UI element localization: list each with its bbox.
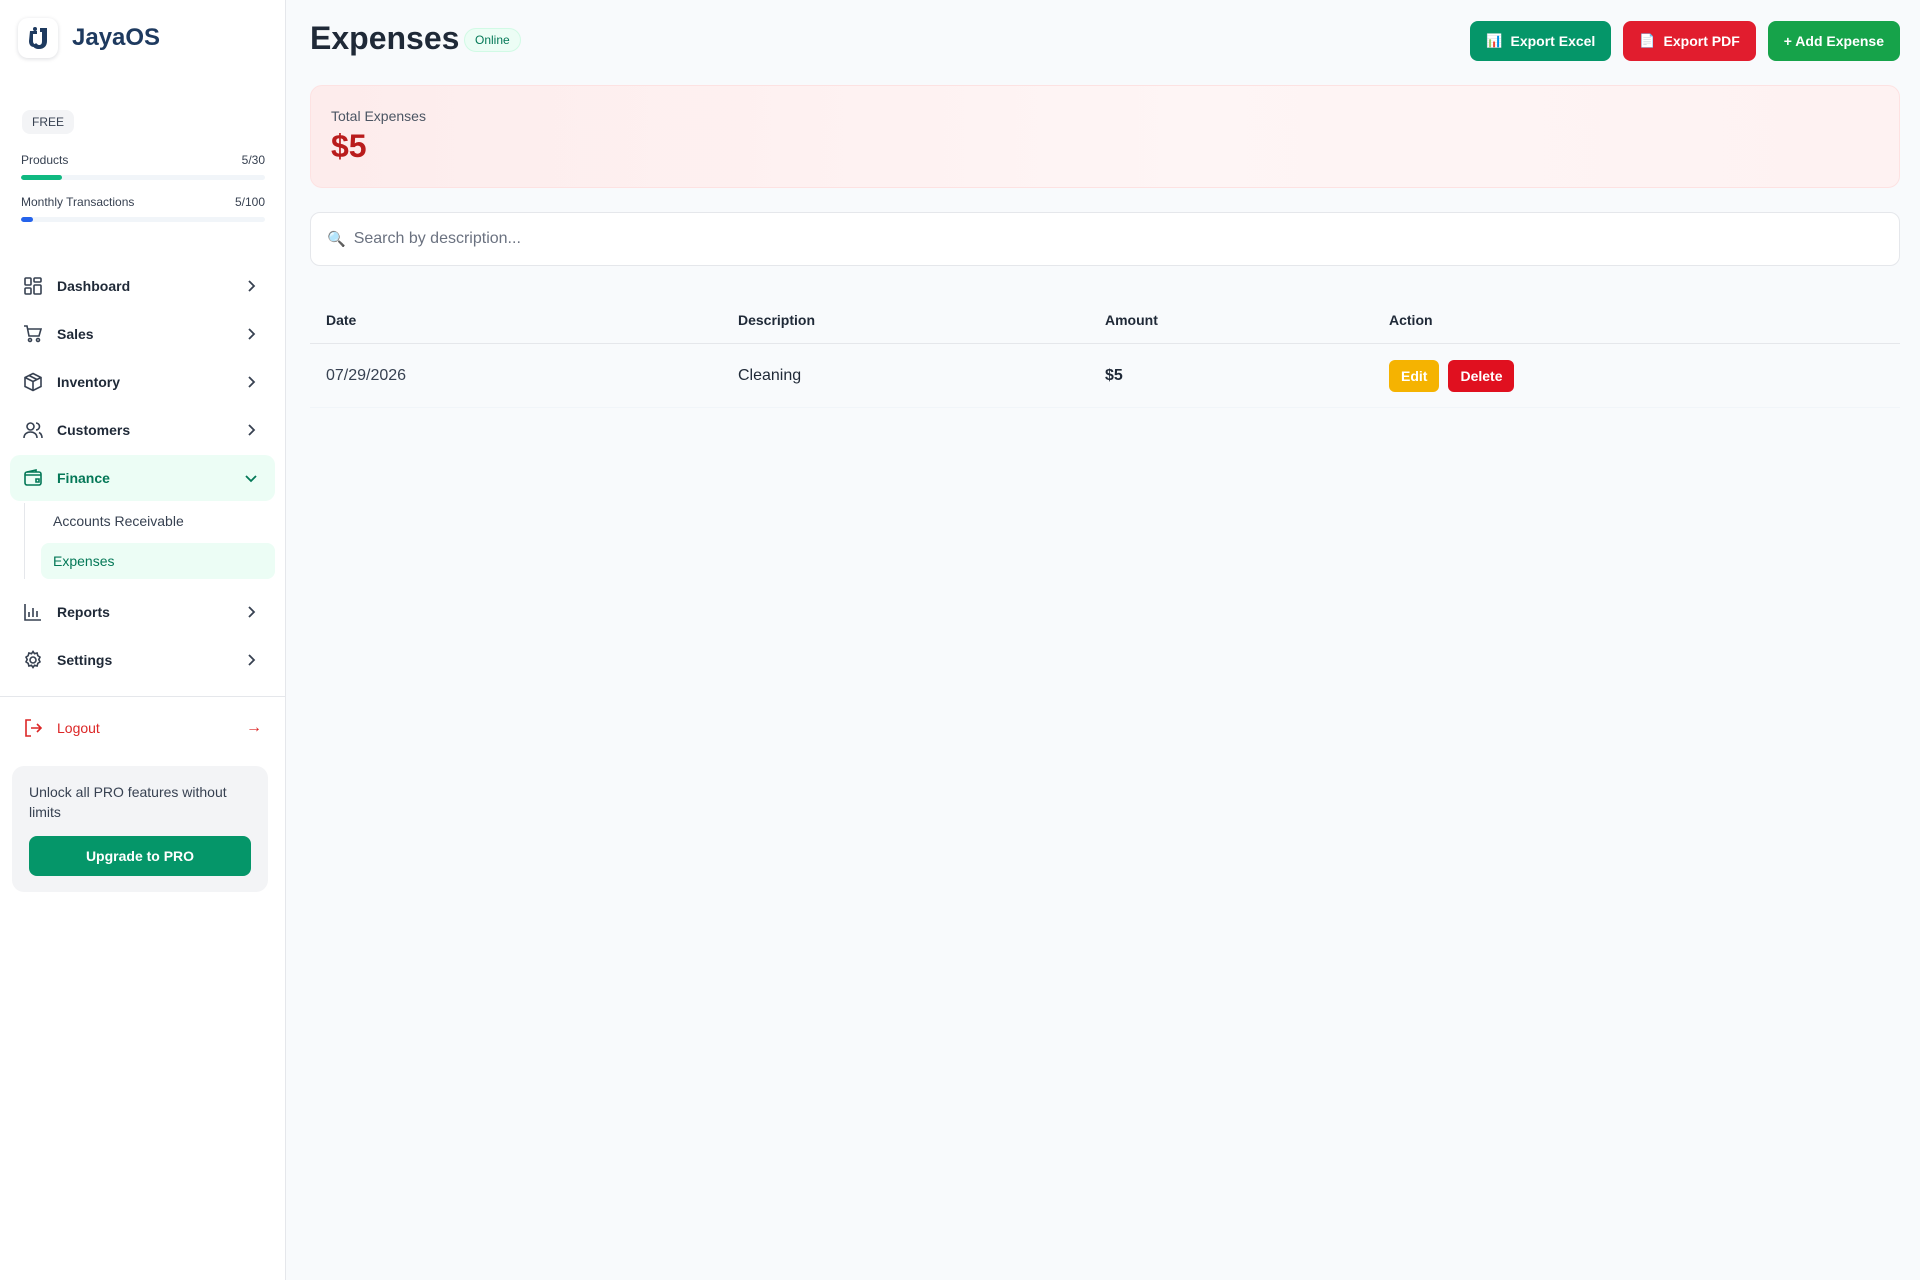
upgrade-to-pro-button[interactable]: Upgrade to PRO (29, 836, 251, 876)
column-header-amount: Amount (1105, 311, 1158, 328)
usage-progress-fill (21, 175, 62, 180)
usage-value: 5/30 (241, 153, 265, 167)
sidebar-item-finance[interactable]: Finance (10, 455, 275, 501)
logout-button[interactable]: Logout → (10, 706, 274, 750)
promo-text: Unlock all PRO features without limits (29, 784, 227, 820)
chevron-down-icon (243, 470, 259, 486)
export-pdf-label: Export PDF (1663, 33, 1740, 49)
package-box-icon (23, 372, 43, 392)
usage-label: Products (21, 153, 69, 167)
search-bar: 🔍 (310, 212, 1900, 266)
export-excel-button[interactable]: 📊 Export Excel (1470, 21, 1612, 61)
column-header-description: Description (738, 311, 816, 328)
spreadsheet-icon: 📊 (1486, 33, 1503, 48)
shopping-cart-icon (23, 324, 43, 344)
sidebar-item-inventory[interactable]: Inventory (10, 359, 275, 405)
search-input[interactable] (353, 230, 1854, 248)
sidebar-item-sales[interactable]: Sales (10, 311, 275, 357)
logout-icon (23, 718, 43, 738)
chevron-right-icon (243, 652, 259, 668)
export-pdf-button[interactable]: 📄 Export PDF (1623, 21, 1756, 61)
sidebar-item-label: Customers (57, 422, 131, 438)
sidebar-subitem-accounts-receivable[interactable]: Accounts Receivable (41, 503, 275, 539)
search-icon: 🔍 (327, 231, 346, 248)
column-header-action: Action (1389, 311, 1433, 328)
total-expenses-card: Total Expenses $5 (310, 85, 1900, 188)
jayaos-logo-icon (18, 18, 58, 58)
chevron-right-icon (243, 278, 259, 294)
row-actions: Edit Delete (1389, 344, 1515, 407)
header-actions: 📊 Export Excel 📄 Export PDF + Add Expens… (1470, 21, 1900, 61)
column-header-date: Date (326, 311, 357, 328)
sidebar-item-reports[interactable]: Reports (10, 589, 275, 635)
chevron-right-icon (243, 374, 259, 390)
plan-badge: FREE (22, 110, 75, 134)
export-excel-label: Export Excel (1510, 33, 1596, 49)
chevron-right-icon (243, 422, 259, 438)
sidebar-item-label: Dashboard (57, 278, 131, 294)
total-expenses-label: Total Expenses (331, 108, 426, 124)
expense-date: 07/29/2026 (326, 366, 407, 384)
document-icon: 📄 (1639, 33, 1656, 48)
usage-progress-bar (21, 175, 265, 180)
wallet-icon (23, 468, 43, 488)
expense-amount: $5 (1105, 366, 1123, 384)
table-row: 07/29/2026 Cleaning $5 Edit Delete (310, 344, 1900, 408)
usage-transactions: Monthly Transactions 5/100 (21, 195, 265, 222)
usage-value: 5/100 (234, 195, 265, 209)
expense-description: Cleaning (738, 366, 802, 384)
app-root: JayaOS FREE Products 5/30 Monthly Transa… (0, 0, 1920, 1280)
edit-button[interactable]: Edit (1389, 359, 1440, 392)
sidebar-nav: Dashboard Sales Inventory Customers Fina… (0, 263, 285, 685)
sidebar-divider (0, 696, 285, 697)
bar-chart-icon (23, 602, 43, 622)
logout-label: Logout (57, 720, 100, 736)
usage-progress-fill (21, 217, 34, 222)
gear-icon (23, 650, 43, 670)
add-expense-button[interactable]: + Add Expense (1767, 21, 1900, 61)
usage-label: Monthly Transactions (21, 195, 135, 209)
expenses-table: Date Description Amount Action 07/29/202… (310, 296, 1900, 408)
sidebar-item-dashboard[interactable]: Dashboard (10, 263, 275, 309)
dashboard-grid-icon (23, 276, 43, 296)
users-icon (23, 420, 43, 440)
usage-progress-bar (21, 217, 265, 222)
sidebar-item-label: Sales (57, 326, 94, 342)
brand-name: JayaOS (72, 24, 161, 51)
usage-products: Products 5/30 (21, 153, 265, 180)
table-header: Date Description Amount Action (310, 296, 1900, 344)
total-expenses-value: $5 (331, 128, 367, 164)
sidebar-subitem-expenses[interactable]: Expenses (41, 543, 275, 579)
sidebar-item-label: Inventory (57, 374, 121, 390)
sidebar-item-customers[interactable]: Customers (10, 407, 275, 453)
sidebar-item-label: Settings (57, 652, 113, 668)
arrow-right-icon: → (246, 719, 262, 736)
sidebar: JayaOS FREE Products 5/30 Monthly Transa… (0, 0, 286, 1280)
upgrade-promo-card: Unlock all PRO features without limits U… (12, 766, 268, 892)
sidebar-item-label: Finance (57, 470, 110, 486)
brand[interactable]: JayaOS (18, 18, 160, 58)
sidebar-item-settings[interactable]: Settings (10, 637, 275, 683)
sidebar-item-label: Reports (57, 604, 110, 620)
status-badge: Online (464, 28, 521, 52)
chevron-right-icon (243, 604, 259, 620)
chevron-right-icon (243, 326, 259, 342)
delete-button[interactable]: Delete (1448, 359, 1515, 392)
page-title: Expenses (310, 20, 460, 56)
finance-submenu: Accounts Receivable Expenses (24, 503, 275, 579)
main-content: Expenses Online 📊 Export Excel 📄 Export … (286, 0, 1920, 1280)
